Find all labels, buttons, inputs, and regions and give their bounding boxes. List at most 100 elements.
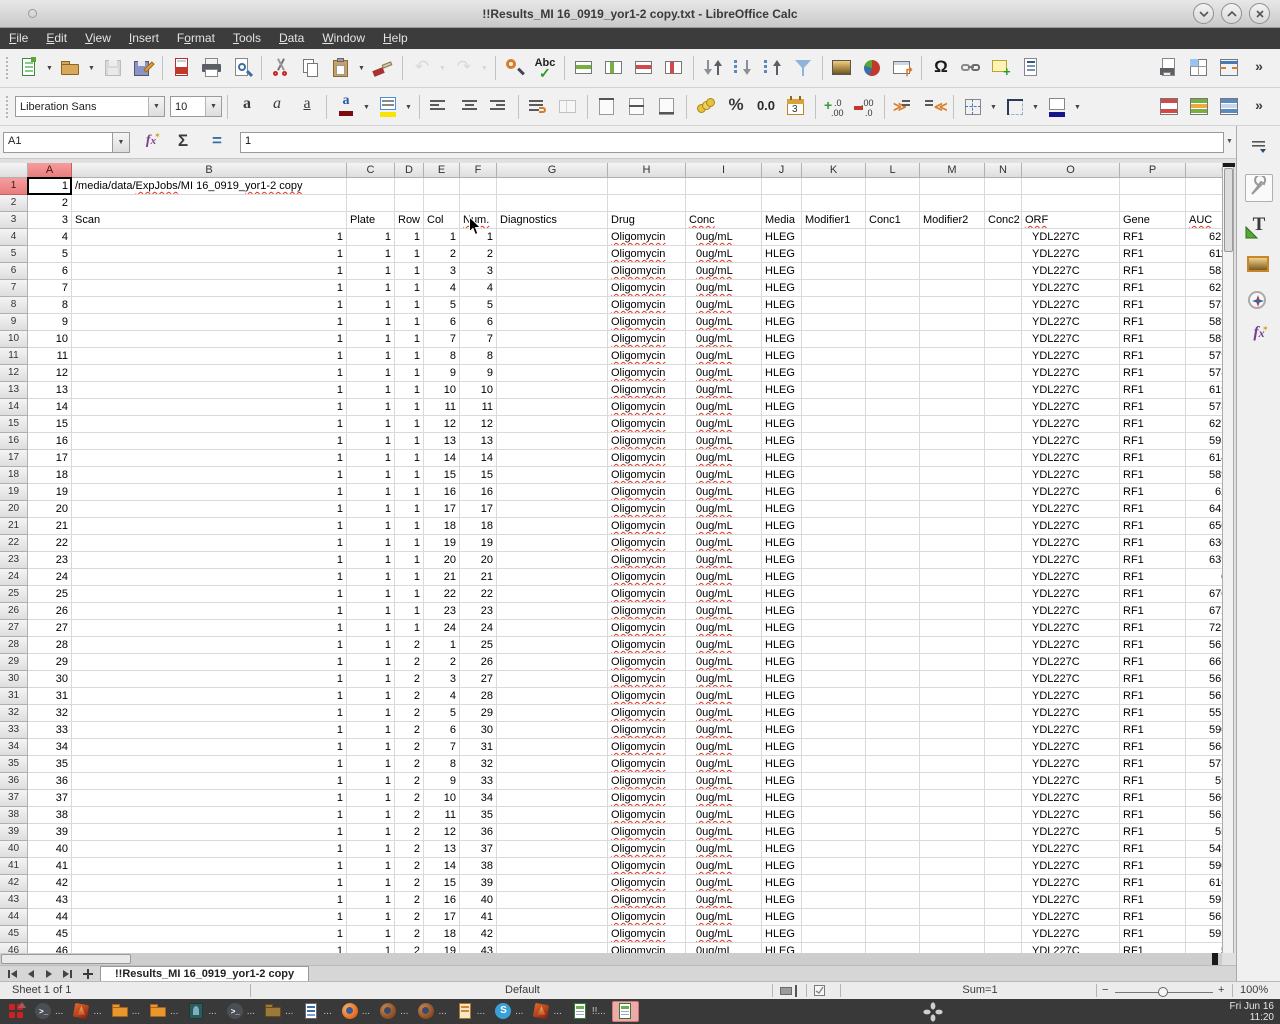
cell[interactable]: YDL227C — [1022, 654, 1120, 671]
insert-comment-button[interactable]: + — [986, 53, 1016, 83]
column-header-O[interactable]: O — [1022, 163, 1120, 178]
cell[interactable]: RF1 — [1120, 841, 1186, 858]
cell[interactable]: Oligomycin — [608, 875, 686, 892]
cell[interactable]: 1 — [395, 399, 424, 416]
sort-ascending-button[interactable] — [728, 53, 758, 83]
cell[interactable]: YDL227C — [1022, 348, 1120, 365]
row-header-38[interactable]: 38 — [0, 807, 28, 824]
cell[interactable]: 1 — [347, 416, 395, 433]
cell[interactable]: 2 — [395, 722, 424, 739]
dropdown-button[interactable]: ▼ — [437, 53, 449, 83]
cell[interactable]: YDL227C — [1022, 875, 1120, 892]
cell[interactable] — [920, 484, 985, 501]
zoom-level[interactable]: 100% — [1240, 984, 1268, 996]
cell[interactable]: 1 — [72, 909, 347, 926]
highlighting-color-button[interactable] — [373, 92, 403, 122]
cell[interactable]: 1 — [72, 382, 347, 399]
cell[interactable] — [866, 450, 920, 467]
cell[interactable]: 589 — [1186, 314, 1222, 331]
taskbar-item-11[interactable]: ... — [453, 1001, 489, 1022]
cell[interactable]: 1 — [347, 382, 395, 399]
delete-column-button[interactable] — [659, 53, 689, 83]
cell[interactable]: YDL227C — [1022, 824, 1120, 841]
cell[interactable]: Oligomycin — [608, 637, 686, 654]
cell[interactable]: 27 — [460, 671, 497, 688]
cell[interactable]: 1 — [72, 603, 347, 620]
cell[interactable]: 18 — [460, 518, 497, 535]
cell[interactable]: 39 — [28, 824, 72, 841]
cell[interactable]: RF1 — [1120, 671, 1186, 688]
cell[interactable]: 9 — [460, 365, 497, 382]
cell[interactable]: HLEG — [762, 382, 802, 399]
cell[interactable] — [497, 178, 608, 195]
cell[interactable]: 4 — [460, 280, 497, 297]
cell[interactable]: Oligomycin — [608, 756, 686, 773]
row-header-25[interactable]: 25 — [0, 586, 28, 603]
cell[interactable] — [802, 416, 866, 433]
cell[interactable]: 1 — [72, 654, 347, 671]
cell[interactable]: 1 — [72, 773, 347, 790]
cell[interactable]: 1 — [395, 280, 424, 297]
cell[interactable]: 1 — [72, 739, 347, 756]
next-sheet-button[interactable] — [40, 967, 57, 981]
cell[interactable] — [985, 365, 1022, 382]
sidebar-gallery-icon[interactable] — [1245, 252, 1273, 280]
cell[interactable] — [920, 739, 985, 756]
cell[interactable]: 13 — [28, 382, 72, 399]
cell[interactable]: 1 — [347, 535, 395, 552]
taskbar-item-3[interactable]: ... — [146, 1001, 182, 1022]
cell[interactable]: 26 — [460, 654, 497, 671]
cell[interactable]: 1 — [347, 637, 395, 654]
cell[interactable]: YDL227C — [1022, 450, 1120, 467]
copy-button[interactable] — [296, 53, 326, 83]
cell[interactable] — [920, 841, 985, 858]
cell[interactable]: 1 — [347, 450, 395, 467]
column-header-B[interactable]: B — [72, 163, 347, 178]
cell[interactable] — [802, 943, 866, 953]
cell[interactable]: 5 — [28, 246, 72, 263]
cell[interactable]: HLEG — [762, 705, 802, 722]
cell[interactable] — [866, 314, 920, 331]
row-header-1[interactable]: 1 — [0, 178, 28, 195]
cell[interactable] — [985, 586, 1022, 603]
row-header-24[interactable]: 24 — [0, 569, 28, 586]
row-header-26[interactable]: 26 — [0, 603, 28, 620]
cell[interactable] — [985, 178, 1022, 195]
cell[interactable]: 12 — [424, 824, 460, 841]
cell[interactable]: RF1 — [1120, 416, 1186, 433]
cell[interactable] — [920, 246, 985, 263]
cell[interactable]: 16 — [424, 484, 460, 501]
cell[interactable] — [866, 773, 920, 790]
cell[interactable]: Oligomycin — [608, 773, 686, 790]
cell[interactable]: HLEG — [762, 280, 802, 297]
cell[interactable]: Conc1 — [866, 212, 920, 229]
cell[interactable] — [497, 875, 608, 892]
cell[interactable]: YDL227C — [1022, 382, 1120, 399]
cell[interactable]: 41 — [460, 909, 497, 926]
cell[interactable] — [497, 348, 608, 365]
cell[interactable]: 0ug/mL — [686, 297, 762, 314]
cell[interactable]: Oligomycin — [608, 688, 686, 705]
cell[interactable] — [985, 858, 1022, 875]
taskbar-item-1[interactable]: ... — [69, 1001, 105, 1022]
cell[interactable]: 583 — [1186, 263, 1222, 280]
cell[interactable]: Scan — [72, 212, 347, 229]
cell[interactable] — [866, 246, 920, 263]
cell[interactable]: 20 — [460, 552, 497, 569]
cell[interactable]: 44 — [28, 909, 72, 926]
cell[interactable]: 11 — [460, 399, 497, 416]
clone-formatting-button[interactable] — [368, 53, 398, 83]
cell[interactable] — [497, 399, 608, 416]
cell[interactable] — [497, 195, 608, 212]
cell[interactable] — [802, 246, 866, 263]
cell[interactable]: 1 — [395, 382, 424, 399]
cell[interactable]: YDL227C — [1022, 399, 1120, 416]
cell[interactable]: 1 — [395, 433, 424, 450]
horizontal-scrollbar[interactable] — [0, 953, 1222, 965]
cell[interactable]: RF1 — [1120, 484, 1186, 501]
cell[interactable] — [802, 739, 866, 756]
cell[interactable]: 2 — [395, 671, 424, 688]
cell[interactable] — [866, 535, 920, 552]
cell[interactable]: 1 — [347, 297, 395, 314]
save-button[interactable] — [98, 53, 128, 83]
